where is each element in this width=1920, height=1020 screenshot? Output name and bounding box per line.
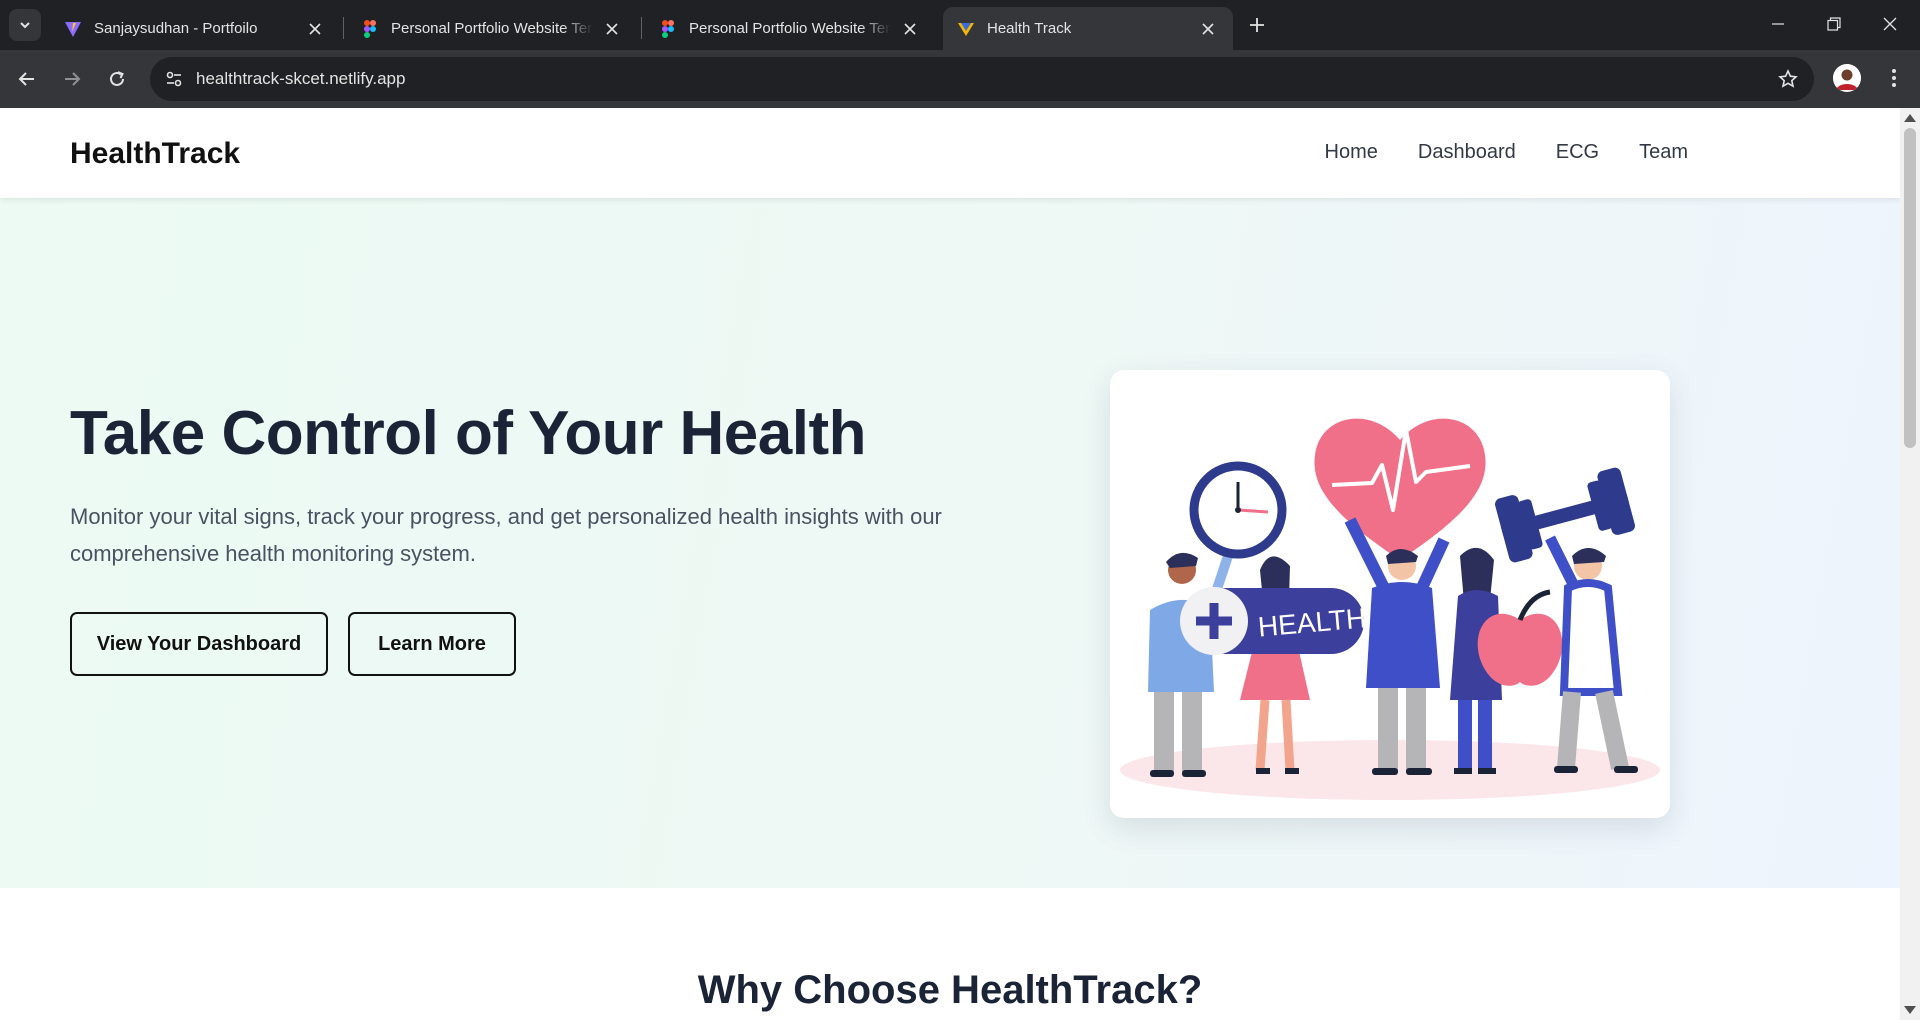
person-left	[1148, 552, 1214, 777]
tab-portfolio[interactable]: Sanjaysudhan - Portfoilo	[50, 7, 340, 50]
tab-title: Personal Portfolio Website Temp	[391, 20, 593, 37]
tab-search-button[interactable]	[9, 9, 41, 41]
minimize-icon	[1772, 23, 1784, 25]
site-logo[interactable]: HealthTrack	[70, 137, 240, 171]
figma-icon	[659, 19, 677, 38]
profile-avatar[interactable]	[1833, 64, 1861, 92]
tab-separator	[343, 17, 344, 39]
browser-toolbar: healthtrack-skcet.netlify.app	[0, 50, 1920, 108]
tab-title: Personal Portfolio Website Temp	[689, 20, 891, 37]
hero-illustration-card: HEALTH	[1110, 370, 1670, 818]
person-heart-holder	[1344, 517, 1450, 775]
arrow-left-icon	[18, 72, 34, 86]
person-right	[1545, 535, 1638, 773]
close-tab-icon[interactable]	[601, 18, 623, 40]
bookmark-star-icon[interactable]	[1776, 67, 1800, 91]
health-illustration: HEALTH	[1120, 418, 1660, 800]
hero-section: Take Control of Your Health Monitor your…	[0, 198, 1900, 888]
scroll-down-arrow-icon[interactable]	[1904, 1006, 1916, 1014]
minimize-button[interactable]	[1750, 0, 1806, 48]
chevron-down-icon	[20, 22, 30, 29]
address-bar[interactable]: healthtrack-skcet.netlify.app	[150, 57, 1814, 101]
nav-ecg[interactable]: ECG	[1556, 141, 1599, 164]
reload-button[interactable]	[100, 62, 134, 96]
tab-figma-1[interactable]: Personal Portfolio Website Temp	[347, 7, 637, 50]
tab-figma-2[interactable]: Personal Portfolio Website Temp	[645, 7, 935, 50]
forward-button[interactable]	[55, 62, 89, 96]
site-info-button[interactable]	[158, 63, 190, 95]
back-button[interactable]	[10, 62, 44, 96]
reload-icon	[110, 71, 124, 86]
tab-title: Health Track	[987, 20, 1072, 37]
page-scrollbar[interactable]	[1900, 108, 1920, 1020]
learn-more-button[interactable]: Learn More	[348, 612, 516, 676]
vite-icon	[957, 20, 975, 38]
close-window-button[interactable]	[1862, 0, 1918, 48]
tab-health-track[interactable]: Health Track	[943, 7, 1233, 50]
tune-icon	[166, 71, 182, 87]
dumbbell-icon	[1495, 467, 1635, 563]
hero-title: Take Control of Your Health	[70, 399, 867, 468]
tab-title: Sanjaysudhan - Portfoilo	[94, 20, 258, 37]
why-choose-heading: Why Choose HealthTrack?	[697, 968, 1203, 1012]
tab-strip: Sanjaysudhan - Portfoilo Personal Portfo…	[0, 0, 1920, 50]
url-text[interactable]: healthtrack-skcet.netlify.app	[196, 69, 405, 89]
scroll-up-arrow-icon[interactable]	[1904, 114, 1916, 122]
site-header: HealthTrack Home Dashboard ECG Team	[0, 108, 1900, 198]
close-icon	[1883, 17, 1897, 31]
person-apple	[1450, 547, 1563, 774]
scrollbar-thumb[interactable]	[1904, 128, 1916, 448]
arrow-right-icon	[65, 72, 81, 86]
plus-icon	[1250, 18, 1264, 32]
nav-dashboard[interactable]: Dashboard	[1418, 141, 1516, 164]
restore-button[interactable]	[1806, 0, 1862, 48]
vite-icon	[64, 20, 82, 38]
main-nav: Home Dashboard ECG Team	[1325, 141, 1688, 164]
hero-subtitle: Monitor your vital signs, track your pro…	[70, 504, 942, 566]
close-tab-icon[interactable]	[1197, 18, 1219, 40]
restore-icon	[1827, 17, 1841, 31]
nav-team[interactable]: Team	[1639, 141, 1688, 164]
close-tab-icon[interactable]	[899, 18, 921, 40]
new-tab-button[interactable]	[1243, 11, 1271, 39]
tab-separator	[641, 17, 642, 39]
browser-menu-button[interactable]	[1880, 64, 1908, 92]
avatar-icon	[1833, 64, 1861, 92]
page-viewport: HealthTrack Home Dashboard ECG Team Take…	[0, 108, 1900, 1020]
more-vertical-icon	[1892, 69, 1896, 87]
view-dashboard-button[interactable]: View Your Dashboard	[70, 612, 328, 676]
heart-ecg-icon	[1314, 418, 1486, 560]
close-tab-icon[interactable]	[304, 18, 326, 40]
figma-icon	[361, 19, 379, 38]
nav-home[interactable]: Home	[1325, 141, 1378, 164]
